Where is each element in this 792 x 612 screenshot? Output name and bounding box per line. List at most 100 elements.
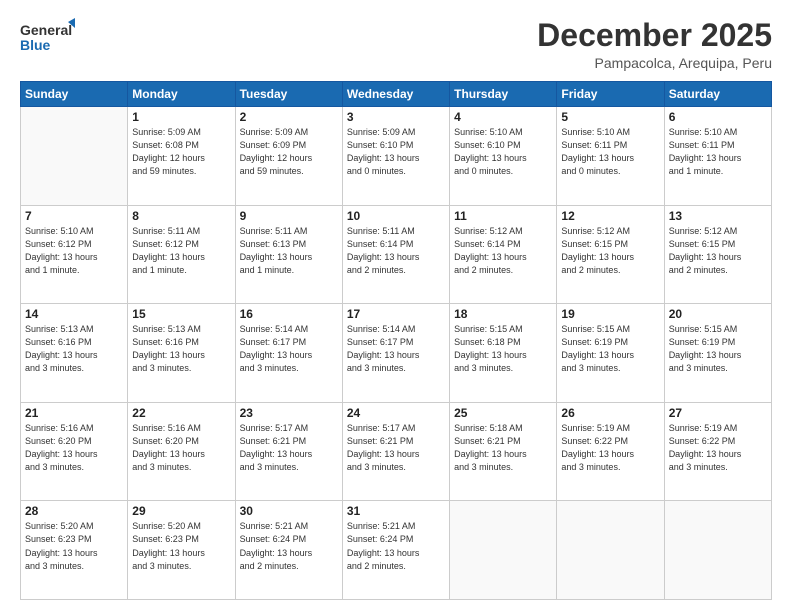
day-info: Sunrise: 5:09 AMSunset: 6:09 PMDaylight:… xyxy=(240,126,338,178)
day-info: Sunrise: 5:14 AMSunset: 6:17 PMDaylight:… xyxy=(347,323,445,375)
day-number: 13 xyxy=(669,209,767,223)
weekday-header: Tuesday xyxy=(235,82,342,107)
day-info: Sunrise: 5:10 AMSunset: 6:12 PMDaylight:… xyxy=(25,225,123,277)
logo-general: General xyxy=(20,22,72,38)
calendar-table: SundayMondayTuesdayWednesdayThursdayFrid… xyxy=(20,81,772,600)
day-number: 26 xyxy=(561,406,659,420)
day-number: 27 xyxy=(669,406,767,420)
calendar-cell: 1 Sunrise: 5:09 AMSunset: 6:08 PMDaylight… xyxy=(128,107,235,206)
day-number: 14 xyxy=(25,307,123,321)
day-info: Sunrise: 5:16 AMSunset: 6:20 PMDaylight:… xyxy=(132,422,230,474)
logo-svg: General Blue xyxy=(20,18,75,56)
calendar-cell xyxy=(450,501,557,600)
header: General Blue December 2025 Pampacolca, A… xyxy=(20,18,772,71)
calendar-cell: 5 Sunrise: 5:10 AMSunset: 6:11 PMDaylight… xyxy=(557,107,664,206)
day-number: 31 xyxy=(347,504,445,518)
calendar-cell: 18 Sunrise: 5:15 AMSunset: 6:18 PMDayligh… xyxy=(450,304,557,403)
day-number: 20 xyxy=(669,307,767,321)
day-info: Sunrise: 5:14 AMSunset: 6:17 PMDaylight:… xyxy=(240,323,338,375)
day-number: 30 xyxy=(240,504,338,518)
calendar-cell: 20 Sunrise: 5:15 AMSunset: 6:19 PMDayligh… xyxy=(664,304,771,403)
day-number: 12 xyxy=(561,209,659,223)
day-info: Sunrise: 5:21 AMSunset: 6:24 PMDaylight:… xyxy=(347,520,445,572)
calendar-cell: 11Sunrise: 5:12 AMSunset: 6:14 PMDayligh… xyxy=(450,205,557,304)
calendar-cell: 4 Sunrise: 5:10 AMSunset: 6:10 PMDaylight… xyxy=(450,107,557,206)
weekday-header: Wednesday xyxy=(342,82,449,107)
day-number: 7 xyxy=(25,209,123,223)
calendar-cell: 21 Sunrise: 5:16 AMSunset: 6:20 PMDayligh… xyxy=(21,402,128,501)
weekday-header: Thursday xyxy=(450,82,557,107)
weekday-header: Friday xyxy=(557,82,664,107)
day-number: 24 xyxy=(347,406,445,420)
day-number: 4 xyxy=(454,110,552,124)
calendar-cell: 9Sunrise: 5:11 AMSunset: 6:13 PMDaylight… xyxy=(235,205,342,304)
day-info: Sunrise: 5:13 AMSunset: 6:16 PMDaylight:… xyxy=(25,323,123,375)
day-info: Sunrise: 5:13 AMSunset: 6:16 PMDaylight:… xyxy=(132,323,230,375)
calendar-cell: 28 Sunrise: 5:20 AMSunset: 6:23 PMDayligh… xyxy=(21,501,128,600)
day-number: 21 xyxy=(25,406,123,420)
day-number: 17 xyxy=(347,307,445,321)
day-info: Sunrise: 5:15 AMSunset: 6:18 PMDaylight:… xyxy=(454,323,552,375)
calendar-cell: 6Sunrise: 5:10 AMSunset: 6:11 PMDaylight… xyxy=(664,107,771,206)
day-info: Sunrise: 5:16 AMSunset: 6:20 PMDaylight:… xyxy=(25,422,123,474)
day-info: Sunrise: 5:11 AMSunset: 6:12 PMDaylight:… xyxy=(132,225,230,277)
calendar-cell: 8Sunrise: 5:11 AMSunset: 6:12 PMDaylight… xyxy=(128,205,235,304)
calendar-header-row: SundayMondayTuesdayWednesdayThursdayFrid… xyxy=(21,82,772,107)
day-info: Sunrise: 5:18 AMSunset: 6:21 PMDaylight:… xyxy=(454,422,552,474)
day-info: Sunrise: 5:10 AMSunset: 6:11 PMDaylight:… xyxy=(561,126,659,178)
day-info: Sunrise: 5:09 AMSunset: 6:08 PMDaylight:… xyxy=(132,126,230,178)
calendar-cell xyxy=(21,107,128,206)
day-info: Sunrise: 5:19 AMSunset: 6:22 PMDaylight:… xyxy=(669,422,767,474)
day-info: Sunrise: 5:20 AMSunset: 6:23 PMDaylight:… xyxy=(25,520,123,572)
day-info: Sunrise: 5:10 AMSunset: 6:10 PMDaylight:… xyxy=(454,126,552,178)
calendar-cell: 7 Sunrise: 5:10 AMSunset: 6:12 PMDaylight… xyxy=(21,205,128,304)
day-info: Sunrise: 5:15 AMSunset: 6:19 PMDaylight:… xyxy=(561,323,659,375)
calendar-cell xyxy=(557,501,664,600)
calendar-cell: 29 Sunrise: 5:20 AMSunset: 6:23 PMDayligh… xyxy=(128,501,235,600)
day-number: 25 xyxy=(454,406,552,420)
day-number: 16 xyxy=(240,307,338,321)
day-info: Sunrise: 5:12 AMSunset: 6:15 PMDaylight:… xyxy=(669,225,767,277)
day-number: 22 xyxy=(132,406,230,420)
day-number: 5 xyxy=(561,110,659,124)
calendar-cell: 3Sunrise: 5:09 AMSunset: 6:10 PMDaylight… xyxy=(342,107,449,206)
main-title: December 2025 xyxy=(537,18,772,53)
day-number: 9 xyxy=(240,209,338,223)
calendar-cell: 16 Sunrise: 5:14 AMSunset: 6:17 PMDayligh… xyxy=(235,304,342,403)
logo-blue: Blue xyxy=(20,37,51,53)
day-number: 18 xyxy=(454,307,552,321)
calendar-cell: 19 Sunrise: 5:15 AMSunset: 6:19 PMDayligh… xyxy=(557,304,664,403)
day-number: 19 xyxy=(561,307,659,321)
calendar-cell: 25 Sunrise: 5:18 AMSunset: 6:21 PMDayligh… xyxy=(450,402,557,501)
day-number: 23 xyxy=(240,406,338,420)
day-number: 1 xyxy=(132,110,230,124)
day-number: 2 xyxy=(240,110,338,124)
day-info: Sunrise: 5:19 AMSunset: 6:22 PMDaylight:… xyxy=(561,422,659,474)
day-info: Sunrise: 5:12 AMSunset: 6:14 PMDaylight:… xyxy=(454,225,552,277)
day-number: 6 xyxy=(669,110,767,124)
calendar-cell: 13 Sunrise: 5:12 AMSunset: 6:15 PMDayligh… xyxy=(664,205,771,304)
calendar-cell: 12Sunrise: 5:12 AMSunset: 6:15 PMDayligh… xyxy=(557,205,664,304)
calendar-cell: 22 Sunrise: 5:16 AMSunset: 6:20 PMDayligh… xyxy=(128,402,235,501)
day-number: 15 xyxy=(132,307,230,321)
calendar-cell xyxy=(664,501,771,600)
day-info: Sunrise: 5:11 AMSunset: 6:14 PMDaylight:… xyxy=(347,225,445,277)
day-info: Sunrise: 5:20 AMSunset: 6:23 PMDaylight:… xyxy=(132,520,230,572)
sub-title: Pampacolca, Arequipa, Peru xyxy=(537,55,772,71)
day-info: Sunrise: 5:21 AMSunset: 6:24 PMDaylight:… xyxy=(240,520,338,572)
calendar-week-row: 14 Sunrise: 5:13 AMSunset: 6:16 PMDayligh… xyxy=(21,304,772,403)
calendar-week-row: 7 Sunrise: 5:10 AMSunset: 6:12 PMDaylight… xyxy=(21,205,772,304)
day-number: 28 xyxy=(25,504,123,518)
calendar-week-row: 1 Sunrise: 5:09 AMSunset: 6:08 PMDaylight… xyxy=(21,107,772,206)
calendar-cell: 30 Sunrise: 5:21 AMSunset: 6:24 PMDayligh… xyxy=(235,501,342,600)
calendar-week-row: 21 Sunrise: 5:16 AMSunset: 6:20 PMDayligh… xyxy=(21,402,772,501)
calendar-cell: 15 Sunrise: 5:13 AMSunset: 6:16 PMDayligh… xyxy=(128,304,235,403)
title-block: December 2025 Pampacolca, Arequipa, Peru xyxy=(537,18,772,71)
calendar-cell: 14 Sunrise: 5:13 AMSunset: 6:16 PMDayligh… xyxy=(21,304,128,403)
day-info: Sunrise: 5:15 AMSunset: 6:19 PMDaylight:… xyxy=(669,323,767,375)
day-info: Sunrise: 5:17 AMSunset: 6:21 PMDaylight:… xyxy=(240,422,338,474)
day-number: 29 xyxy=(132,504,230,518)
page: General Blue December 2025 Pampacolca, A… xyxy=(0,0,792,612)
calendar-cell: 17 Sunrise: 5:14 AMSunset: 6:17 PMDayligh… xyxy=(342,304,449,403)
day-number: 10 xyxy=(347,209,445,223)
